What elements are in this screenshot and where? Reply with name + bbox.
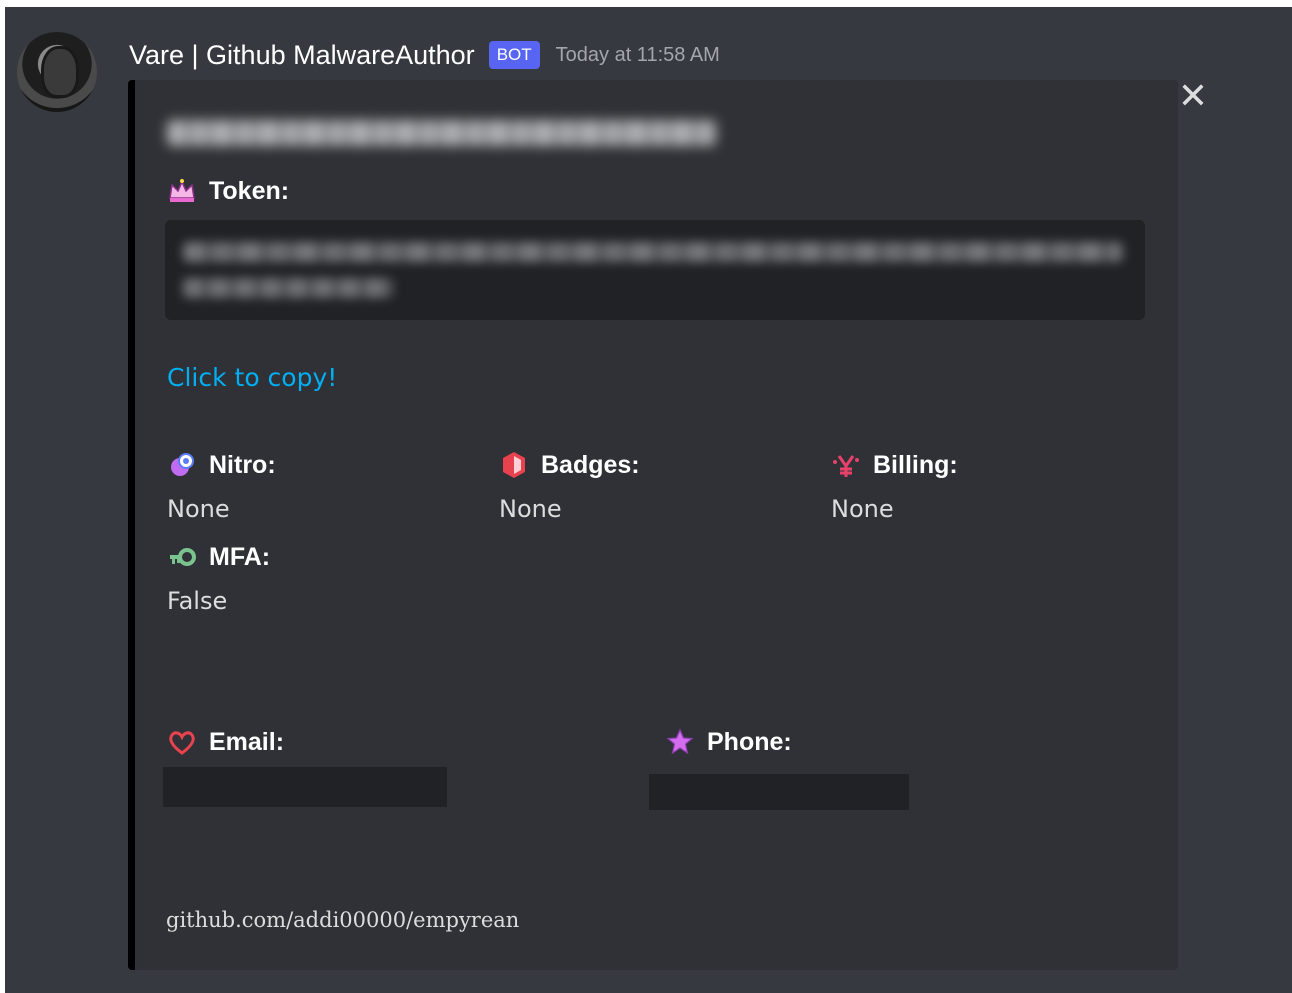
message-timestamp: Today at 11:58 AM <box>555 43 720 66</box>
email-redaction <box>163 767 447 807</box>
email-field-label: Email: <box>167 727 284 757</box>
message-header: Vare | Github MalwareAuthor BOT Today at… <box>129 35 720 75</box>
message-embed: Token: Click to copy! Nitro: None Badges… <box>128 80 1178 970</box>
badge-icon <box>499 450 529 480</box>
badges-field-value: None <box>499 495 562 523</box>
author-avatar[interactable] <box>17 32 97 112</box>
star-icon <box>665 727 695 757</box>
crown-icon <box>167 176 197 206</box>
token-field-label: Token: <box>167 176 289 206</box>
billing-field-name: Billing: <box>873 450 958 479</box>
mfa-field-value: False <box>167 587 228 615</box>
heart-icon <box>167 727 197 757</box>
nitro-field-value: None <box>167 495 230 523</box>
key-icon <box>167 542 197 572</box>
nitro-field-label: Nitro: <box>167 450 276 480</box>
billing-field-label: Billing: <box>831 450 958 480</box>
author-name[interactable]: Vare | Github MalwareAuthor <box>129 40 475 71</box>
nitro-field-name: Nitro: <box>209 450 276 479</box>
billing-field-value: None <box>831 495 894 523</box>
email-field-name: Email: <box>209 727 285 756</box>
blurred-embed-title <box>167 120 717 146</box>
copy-token-link[interactable]: Click to copy! <box>167 363 337 392</box>
token-code-block[interactable] <box>165 220 1145 320</box>
blurred-token-line-1 <box>183 242 1123 262</box>
blurred-token-line-2 <box>183 278 393 298</box>
phone-field-name: Phone: <box>707 727 792 756</box>
billing-icon <box>831 450 861 480</box>
badges-field-label: Badges: <box>499 450 640 480</box>
token-field-name: Token: <box>209 176 290 205</box>
bot-tag: BOT <box>488 41 540 69</box>
mfa-field-name: MFA: <box>209 542 271 571</box>
mfa-field-label: MFA: <box>167 542 270 572</box>
discord-message-view: Vare | Github MalwareAuthor BOT Today at… <box>5 7 1292 993</box>
phone-field-label: Phone: <box>665 727 792 757</box>
nitro-icon <box>167 450 197 480</box>
badges-field-name: Badges: <box>541 450 640 479</box>
phone-redaction <box>649 774 909 810</box>
close-icon[interactable]: ✕ <box>1175 79 1211 115</box>
embed-footer: github.com/addi00000/empyrean <box>166 908 520 932</box>
